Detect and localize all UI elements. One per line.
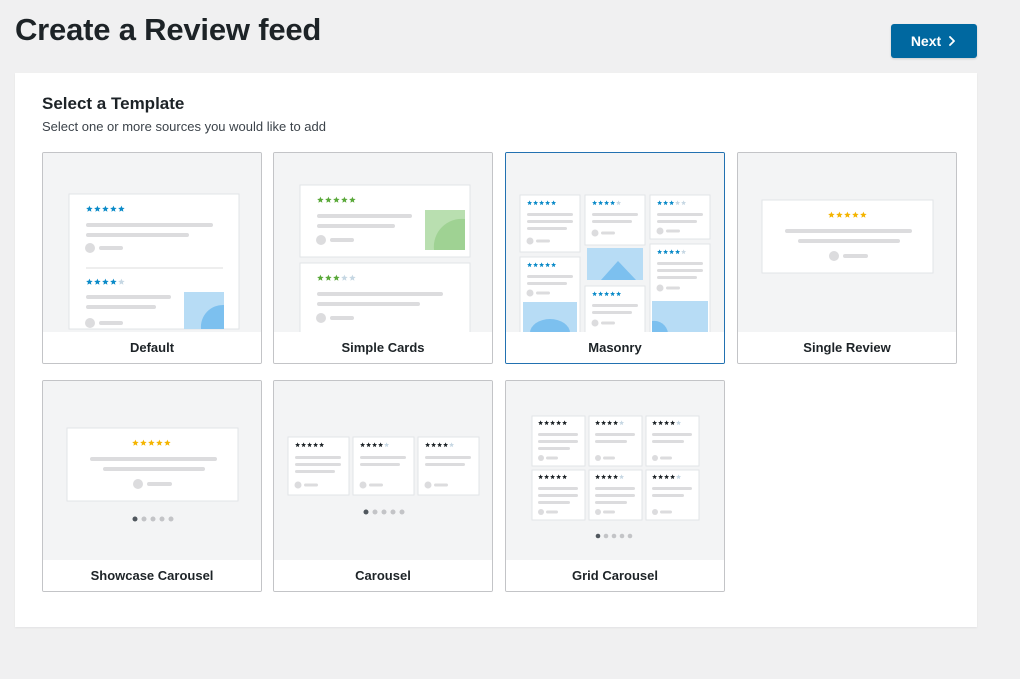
template-panel: Select a Template Select one or more sou… bbox=[15, 73, 977, 627]
template-card-single-review[interactable]: Single Review bbox=[737, 152, 957, 364]
template-preview-masonry bbox=[506, 153, 724, 333]
template-preview-simple-cards bbox=[274, 153, 492, 333]
template-preview-showcase-carousel bbox=[43, 381, 261, 561]
template-card-default[interactable]: Default bbox=[42, 152, 262, 364]
next-button-label: Next bbox=[910, 33, 942, 49]
template-card-masonry[interactable]: Masonry bbox=[505, 152, 725, 364]
template-label-masonry: Masonry bbox=[506, 332, 724, 363]
page-title: Create a Review feed bbox=[15, 12, 322, 47]
template-label-grid-carousel: Grid Carousel bbox=[506, 560, 724, 591]
template-preview-single-review bbox=[738, 153, 956, 333]
panel-title: Select a Template bbox=[42, 94, 185, 113]
panel-subtitle: Select one or more sources you would lik… bbox=[42, 119, 326, 134]
template-card-showcase-carousel[interactable]: Showcase Carousel bbox=[42, 380, 262, 592]
template-preview-grid-carousel bbox=[506, 381, 724, 561]
template-label-showcase-carousel: Showcase Carousel bbox=[43, 560, 261, 591]
template-label-single-review: Single Review bbox=[738, 332, 956, 363]
template-card-grid-carousel[interactable]: Grid Carousel bbox=[505, 380, 725, 592]
template-label-carousel: Carousel bbox=[274, 560, 492, 591]
next-button[interactable]: Next bbox=[891, 24, 977, 58]
template-label-simple-cards: Simple Cards bbox=[274, 332, 492, 363]
template-label-default: Default bbox=[43, 332, 261, 363]
template-card-simple-cards[interactable]: Simple Cards bbox=[273, 152, 493, 364]
template-card-carousel[interactable]: Carousel bbox=[273, 380, 493, 592]
template-preview-default bbox=[43, 153, 261, 333]
template-preview-carousel bbox=[274, 381, 492, 561]
chevron-right-icon bbox=[949, 36, 956, 46]
